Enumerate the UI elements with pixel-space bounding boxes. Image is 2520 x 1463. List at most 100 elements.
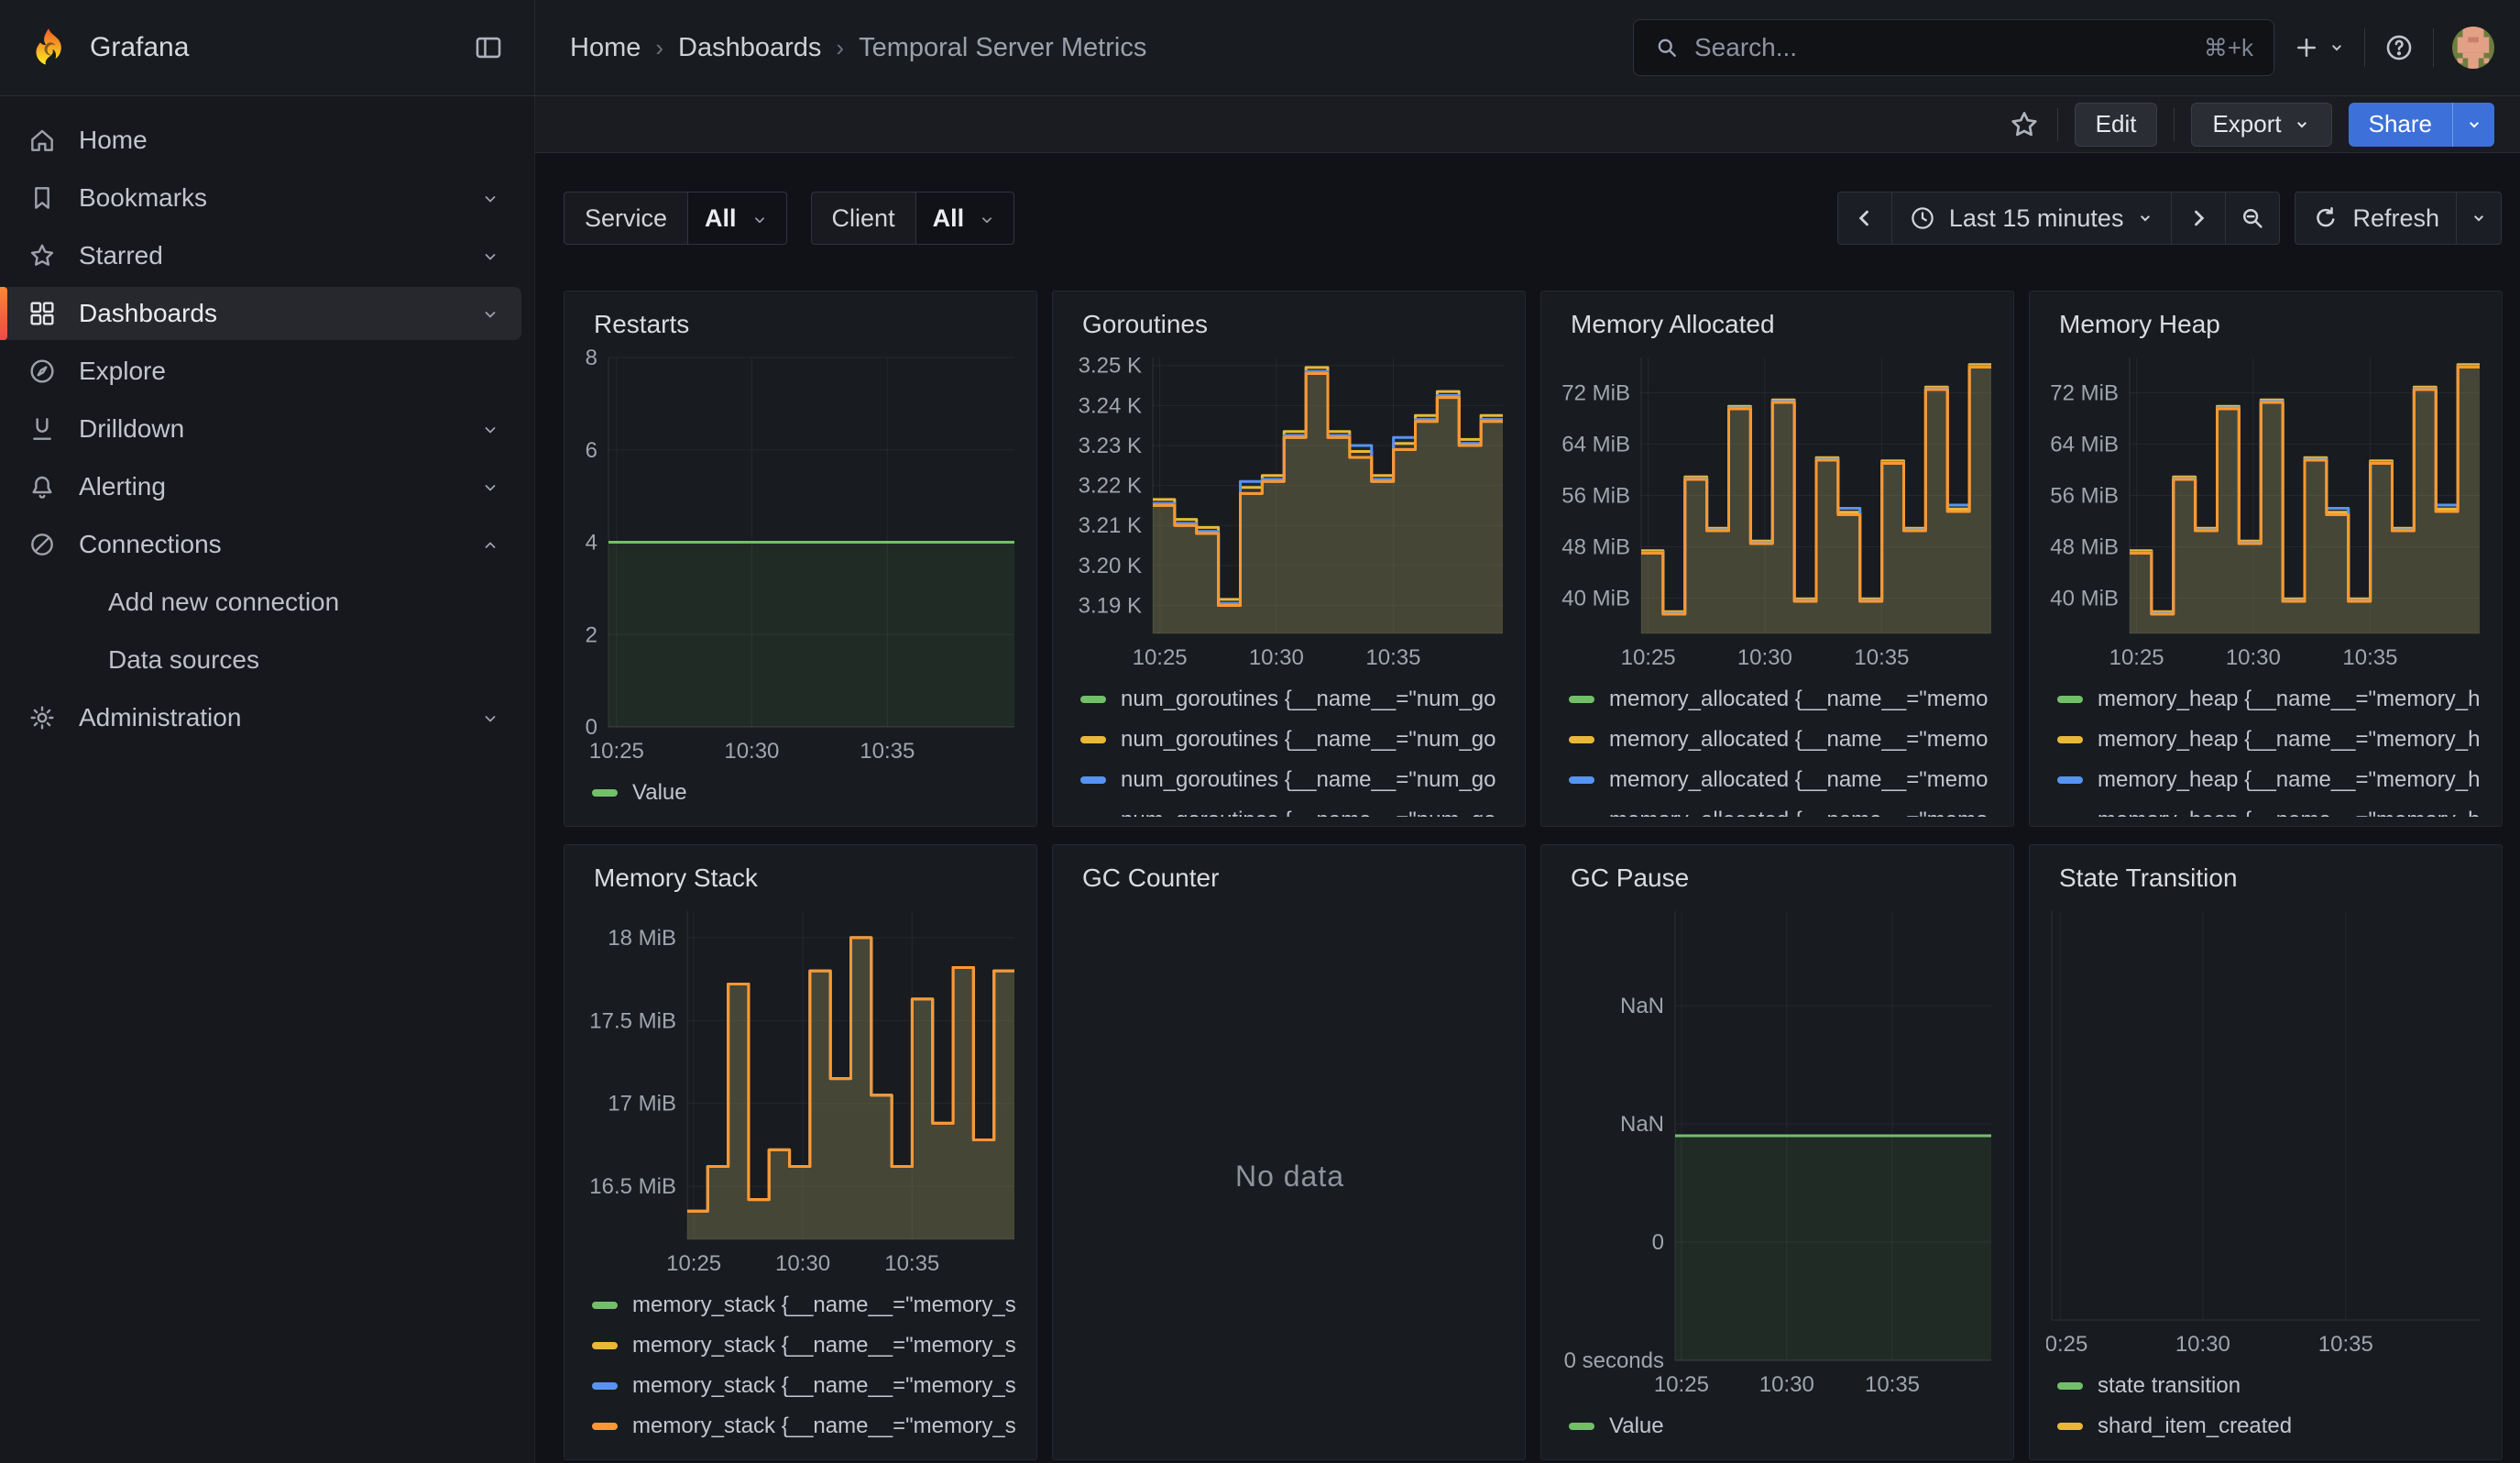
sidebar-item-dashboards[interactable]: Dashboards (0, 287, 521, 340)
toolbar-divider (2057, 108, 2058, 141)
legend-item[interactable]: memory_heap {__name__="memory_h (2057, 679, 2487, 720)
chevron-right-icon (2185, 204, 2212, 232)
share-button[interactable]: Share (2349, 103, 2452, 147)
legend-item[interactable]: memory_stack {__name__="memory_s (592, 1406, 1022, 1446)
zoom-out-button[interactable] (2225, 192, 2280, 245)
chevron-down-icon (2465, 116, 2483, 134)
legend-item[interactable]: num_goroutines {__name__="num_go (1080, 720, 1510, 760)
dashboard-scroll-area: ServiceAll ClientAll Last 15 minutes (535, 153, 2520, 1463)
refresh-button[interactable]: Refresh (2295, 192, 2457, 245)
svg-text:10:35: 10:35 (1365, 645, 1420, 670)
user-avatar[interactable] (2452, 27, 2494, 69)
legend-item[interactable]: shard_item_created (2057, 1406, 2487, 1446)
sidebar-item-label: Add new connection (108, 588, 339, 617)
panel-title[interactable]: Memory Stack (581, 858, 1022, 902)
sidebar-item-alerting[interactable]: Alerting (0, 460, 521, 513)
sidebar-item-label: Home (79, 126, 148, 155)
time-shift-forward-button[interactable] (2171, 192, 2226, 245)
panel-title[interactable]: Restarts (581, 304, 1022, 348)
search-input[interactable] (1694, 33, 2189, 62)
sidebar-item-connections[interactable]: Connections (0, 518, 521, 571)
filter-value-dropdown[interactable]: All (916, 192, 1014, 244)
panel-memory-heap: Memory Heap40 MiB48 MiB56 MiB64 MiB72 Mi… (2029, 291, 2503, 827)
legend-color-dash (592, 789, 618, 797)
timeseries-chart[interactable]: 0246810:2510:3010:35 (581, 348, 1022, 767)
breadcrumb-dashboards[interactable]: Dashboards (678, 33, 821, 63)
legend-item[interactable]: memory_allocated {__name__="memo (1569, 800, 1999, 817)
bookmark-icon (27, 183, 57, 213)
legend-color-dash (1080, 736, 1106, 743)
legend-item[interactable]: num_goroutines {__name__="num_go (1080, 760, 1510, 800)
sidebar-item-home[interactable]: Home (0, 114, 521, 167)
sidebar-item-label: Starred (79, 241, 163, 270)
sidebar-item-add-new-connection[interactable]: Add new connection (0, 576, 521, 629)
timeseries-chart[interactable]: 0 seconds0NaNNaN10:2510:3010:35 (1558, 902, 1999, 1401)
add-new-button[interactable] (2293, 34, 2346, 61)
gear-icon (27, 703, 57, 732)
legend-item[interactable]: memory_allocated {__name__="memo (1569, 720, 1999, 760)
legend-item[interactable]: state transition (2057, 1366, 2487, 1406)
svg-text:10:35: 10:35 (860, 739, 915, 764)
topbar-divider (2364, 28, 2365, 67)
sidebar-item-bookmarks[interactable]: Bookmarks (0, 171, 521, 225)
sidebar-item-drilldown[interactable]: Drilldown (0, 402, 521, 456)
svg-text:16.5 MiB: 16.5 MiB (589, 1174, 676, 1199)
timeseries-chart[interactable]: 10:2510:3010:35 (2046, 902, 2487, 1360)
legend-item[interactable]: memory_stack {__name__="memory_s (592, 1326, 1022, 1366)
sidebar-item-starred[interactable]: Starred (0, 229, 521, 282)
legend-item[interactable]: Value (592, 773, 1022, 813)
share-dropdown-button[interactable] (2452, 103, 2494, 147)
legend-item[interactable]: memory_heap {__name__="memory_h (2057, 760, 2487, 800)
legend-label: num_goroutines {__name__="num_go (1121, 767, 1496, 793)
svg-text:10:35: 10:35 (2342, 645, 2397, 670)
filter-client[interactable]: ClientAll (811, 192, 1015, 245)
legend-item[interactable]: num_goroutines {__name__="num_go (1080, 679, 1510, 720)
timeseries-chart[interactable]: 3.19 K3.20 K3.21 K3.22 K3.23 K3.24 K3.25… (1069, 348, 1510, 674)
legend-label: state transition (2098, 1373, 2241, 1399)
legend-item[interactable]: memory_allocated {__name__="memo (1569, 679, 1999, 720)
edit-button[interactable]: Edit (2075, 103, 2158, 147)
sidebar-item-data-sources[interactable]: Data sources (0, 633, 521, 687)
svg-text:3.21 K: 3.21 K (1079, 513, 1142, 538)
legend-item[interactable]: num_goroutines {__name__="num_go (1080, 800, 1510, 817)
legend-item[interactable]: memory_allocated {__name__="memo (1569, 760, 1999, 800)
time-range-picker-button[interactable]: Last 15 minutes (1891, 192, 2173, 245)
favorite-star-button[interactable] (2008, 108, 2041, 141)
legend-color-dash (1569, 736, 1594, 743)
panel-title[interactable]: GC Counter (1069, 858, 1510, 902)
star-icon (2008, 108, 2041, 141)
panel-title[interactable]: State Transition (2046, 858, 2487, 902)
legend-label: Value (632, 780, 687, 806)
sidebar-item-administration[interactable]: Administration (0, 691, 521, 744)
svg-text:10:25: 10:25 (2046, 1332, 2087, 1357)
legend-item[interactable]: memory_stack {__name__="memory_s (592, 1285, 1022, 1326)
help-button[interactable] (2383, 32, 2415, 63)
breadcrumb-home[interactable]: Home (570, 33, 641, 63)
export-button[interactable]: Export (2191, 103, 2331, 147)
sidebar-item-explore[interactable]: Explore (0, 345, 521, 398)
timeseries-chart[interactable]: 16.5 MiB17 MiB17.5 MiB18 MiB10:2510:3010… (581, 902, 1022, 1280)
legend-item[interactable]: memory_stack {__name__="memory_s (592, 1366, 1022, 1406)
filter-value-dropdown[interactable]: All (688, 192, 786, 244)
clock-icon (1909, 204, 1936, 232)
refresh-interval-button[interactable] (2456, 192, 2502, 245)
filter-service[interactable]: ServiceAll (564, 192, 787, 245)
timeseries-chart[interactable]: 40 MiB48 MiB56 MiB64 MiB72 MiB10:2510:30… (2046, 348, 2487, 674)
dock-menu-button[interactable] (468, 28, 509, 68)
time-shift-back-button[interactable] (1837, 192, 1892, 245)
panel-title[interactable]: GC Pause (1558, 858, 1999, 902)
search-box[interactable]: ⌘+k (1633, 19, 2274, 76)
chevron-down-icon (479, 708, 501, 730)
legend-item[interactable]: memory_heap {__name__="memory_h (2057, 800, 2487, 817)
svg-text:10:30: 10:30 (2226, 645, 2281, 670)
panel-title[interactable]: Goroutines (1069, 304, 1510, 348)
svg-text:3.22 K: 3.22 K (1079, 474, 1142, 499)
timeseries-chart[interactable]: 40 MiB48 MiB56 MiB64 MiB72 MiB10:2510:30… (1558, 348, 1999, 674)
panel-title[interactable]: Memory Allocated (1558, 304, 1999, 348)
chevron-left-icon (1851, 204, 1879, 232)
legend-color-dash (1080, 776, 1106, 784)
legend-item[interactable]: memory_heap {__name__="memory_h (2057, 720, 2487, 760)
legend-item[interactable]: Value (1569, 1406, 1999, 1446)
legend-label: num_goroutines {__name__="num_go (1121, 808, 1496, 817)
panel-title[interactable]: Memory Heap (2046, 304, 2487, 348)
